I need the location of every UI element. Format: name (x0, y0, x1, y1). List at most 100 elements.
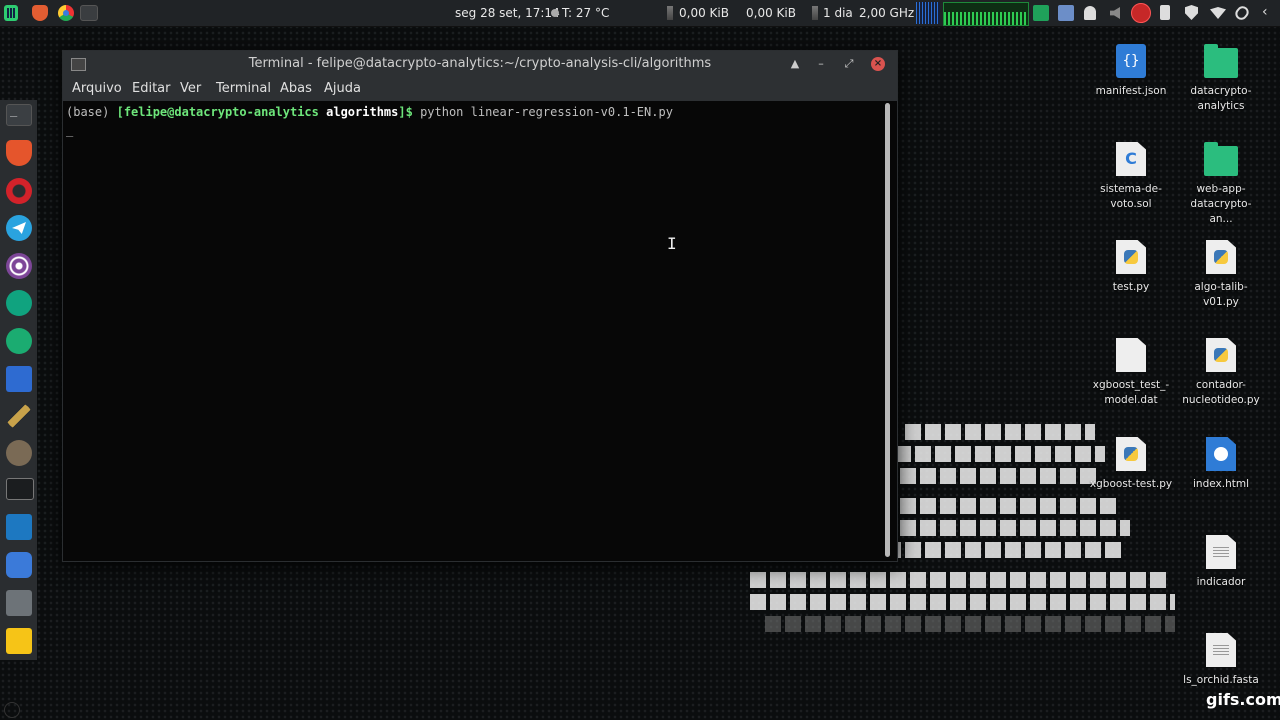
window-titlebar[interactable]: Terminal - felipe@datacrypto-analytics:~… (63, 51, 897, 77)
desktop-icon-label: sistema-de-voto.sol (1100, 183, 1162, 210)
dock-document-viewer-icon[interactable] (6, 366, 32, 392)
desktop-icon-test-py[interactable]: test.py (1089, 240, 1173, 295)
prompt-bracket-open: [ (116, 105, 124, 119)
dock-archive-manager-icon[interactable] (6, 590, 32, 616)
python-file-icon (1116, 240, 1146, 274)
terminal-task-icon[interactable] (80, 5, 98, 21)
uptime-text: 1 dia (823, 6, 853, 20)
desktop-icon-label: indicador (1196, 576, 1246, 588)
dock-terminal-icon[interactable] (6, 103, 32, 126)
dock-openai-icon[interactable] (6, 328, 32, 354)
shade-up-icon[interactable]: ▲ (787, 56, 803, 72)
dock-display-icon[interactable] (6, 478, 34, 500)
calendar-icon[interactable] (1058, 5, 1074, 21)
python-file-icon (1206, 338, 1236, 372)
desktop-icon-index-html[interactable]: index.html (1179, 437, 1263, 492)
chrome-browser-icon[interactable] (58, 5, 74, 21)
scrollbar-thumb[interactable] (885, 103, 890, 557)
desktop-icon-web-app[interactable]: web-app-datacrypto-an... (1179, 142, 1263, 227)
prompt-line: (base) [felipe@datacrypto-analytics algo… (66, 105, 673, 119)
desktop-icon-label: web-app-datacrypto-an... (1190, 183, 1252, 225)
menu-ver[interactable]: Ver (180, 77, 201, 101)
cpu-frequency: 2,00 GHz (859, 6, 915, 20)
text-file-icon (1206, 633, 1236, 667)
folder-icon (1204, 44, 1238, 78)
terminal-output[interactable]: (base) [felipe@datacrypto-analytics algo… (63, 101, 883, 561)
dock-brave-icon[interactable] (6, 140, 32, 166)
blank-file-icon (1116, 338, 1146, 372)
dock-gimp-icon[interactable] (6, 440, 32, 466)
battery-icon[interactable] (1160, 5, 1170, 20)
network-upload-speed: 0,00 KiB (746, 6, 796, 20)
menu-ajuda[interactable]: Ajuda (324, 77, 361, 101)
desktop-icon-label: xgboost-test.py (1089, 478, 1173, 490)
chevron-left-icon[interactable]: ‹ (1262, 4, 1278, 20)
brave-browser-icon[interactable] (32, 5, 48, 21)
dock-tor-browser-icon[interactable] (6, 253, 32, 279)
menu-abas[interactable]: Abas (280, 77, 312, 101)
desktop-icon-label: index.html (1193, 478, 1249, 490)
terminal-cursor: _ (66, 123, 74, 137)
close-icon[interactable]: × (871, 57, 885, 71)
dock-cleaner-icon[interactable] (6, 403, 32, 429)
corner-logo-icon (4, 702, 20, 718)
desktop-icon-xgboost-test[interactable]: xgboost-test.py (1089, 437, 1173, 492)
conda-env: (base) (66, 105, 117, 119)
minimize-icon[interactable]: – (813, 56, 829, 72)
menubar: Arquivo Editar Ver Terminal Abas Ajuda (63, 77, 897, 101)
panel-clock[interactable]: seg 28 set, 17:14 (455, 0, 560, 26)
desktop-icon-algo-talib[interactable]: algo-talib-v01.py (1179, 240, 1263, 310)
typed-command: python linear-regression-v0.1-EN.py (420, 105, 673, 119)
desktop-icon-datacrypto-analytics[interactable]: datacrypto-analytics (1179, 44, 1263, 114)
dock-mixer-icon[interactable] (6, 552, 32, 578)
temperature-indicator: T: 27 °C (551, 0, 610, 26)
terminal-window[interactable]: Terminal - felipe@datacrypto-analytics:~… (62, 50, 898, 562)
mouse-ibeam-cursor-icon: I (667, 234, 677, 253)
desktop-icon-label: algo-talib-v01.py (1194, 281, 1248, 308)
desktop-icon-label: manifest.json (1095, 85, 1167, 97)
system-load-graph[interactable] (943, 2, 1029, 26)
desktop-icon-ls-orchid[interactable]: ls_orchid.fasta (1179, 633, 1263, 688)
left-dock (0, 100, 37, 660)
c-file-icon: C (1116, 142, 1146, 176)
desktop-icon-label: ls_orchid.fasta (1183, 674, 1259, 686)
wifi-icon[interactable] (1210, 7, 1226, 19)
network-download-speed: 0,00 KiB (679, 6, 729, 20)
desktop-icon-label: xgboost_test_-model.dat (1092, 379, 1170, 406)
text-file-icon (1206, 535, 1236, 569)
dock-notes-icon[interactable] (6, 628, 32, 654)
maximize-icon[interactable]: ⤢ (841, 56, 857, 72)
cpu-graph[interactable] (916, 2, 940, 24)
python-file-icon (1206, 240, 1236, 274)
desktop-icon-label: datacrypto-analytics (1190, 85, 1252, 112)
shield-icon[interactable] (1185, 5, 1198, 20)
desktop-icon-contador-nucleotideo[interactable]: contador-nucleotideo.py (1179, 338, 1263, 408)
link-icon[interactable] (1232, 3, 1252, 23)
menu-arquivo[interactable]: Arquivo (72, 77, 122, 101)
desktop-icon-sistema-de-voto[interactable]: C sistema-de-voto.sol (1089, 142, 1173, 212)
folder-icon (1204, 142, 1238, 176)
volume-icon[interactable] (1110, 7, 1120, 19)
dock-system-monitor-icon[interactable] (6, 514, 32, 540)
terminal-scrollbar[interactable] (883, 103, 893, 557)
dock-telegram-icon[interactable] (6, 215, 32, 241)
python-file-icon (1116, 437, 1146, 471)
dock-chatgpt-icon[interactable] (6, 290, 32, 316)
notification-bell-icon[interactable] (1084, 6, 1096, 20)
desktop-icon-xgboost-model[interactable]: xgboost_test_-model.dat (1089, 338, 1173, 408)
desktop-icon-indicador[interactable]: indicador (1179, 535, 1263, 590)
network-down-icon (667, 6, 673, 20)
prompt-directory: algorithms (326, 105, 399, 119)
html-file-icon (1206, 437, 1236, 471)
desktop-icon-manifest-json[interactable]: {} manifest.json (1089, 44, 1173, 99)
menu-editar[interactable]: Editar (132, 77, 171, 101)
json-file-icon: {} (1116, 44, 1146, 78)
dock-opera-icon[interactable] (6, 178, 32, 204)
top-panel: seg 28 set, 17:14 T: 27 °C 0,00 KiB 0,00… (0, 0, 1280, 27)
temperature-text: T: 27 °C (562, 6, 610, 20)
record-icon[interactable] (1131, 3, 1151, 23)
menu-terminal[interactable]: Terminal (216, 77, 271, 101)
uptime-icon (812, 6, 818, 20)
app-menu-icon[interactable] (4, 5, 18, 21)
spreadsheet-icon[interactable] (1033, 5, 1049, 21)
